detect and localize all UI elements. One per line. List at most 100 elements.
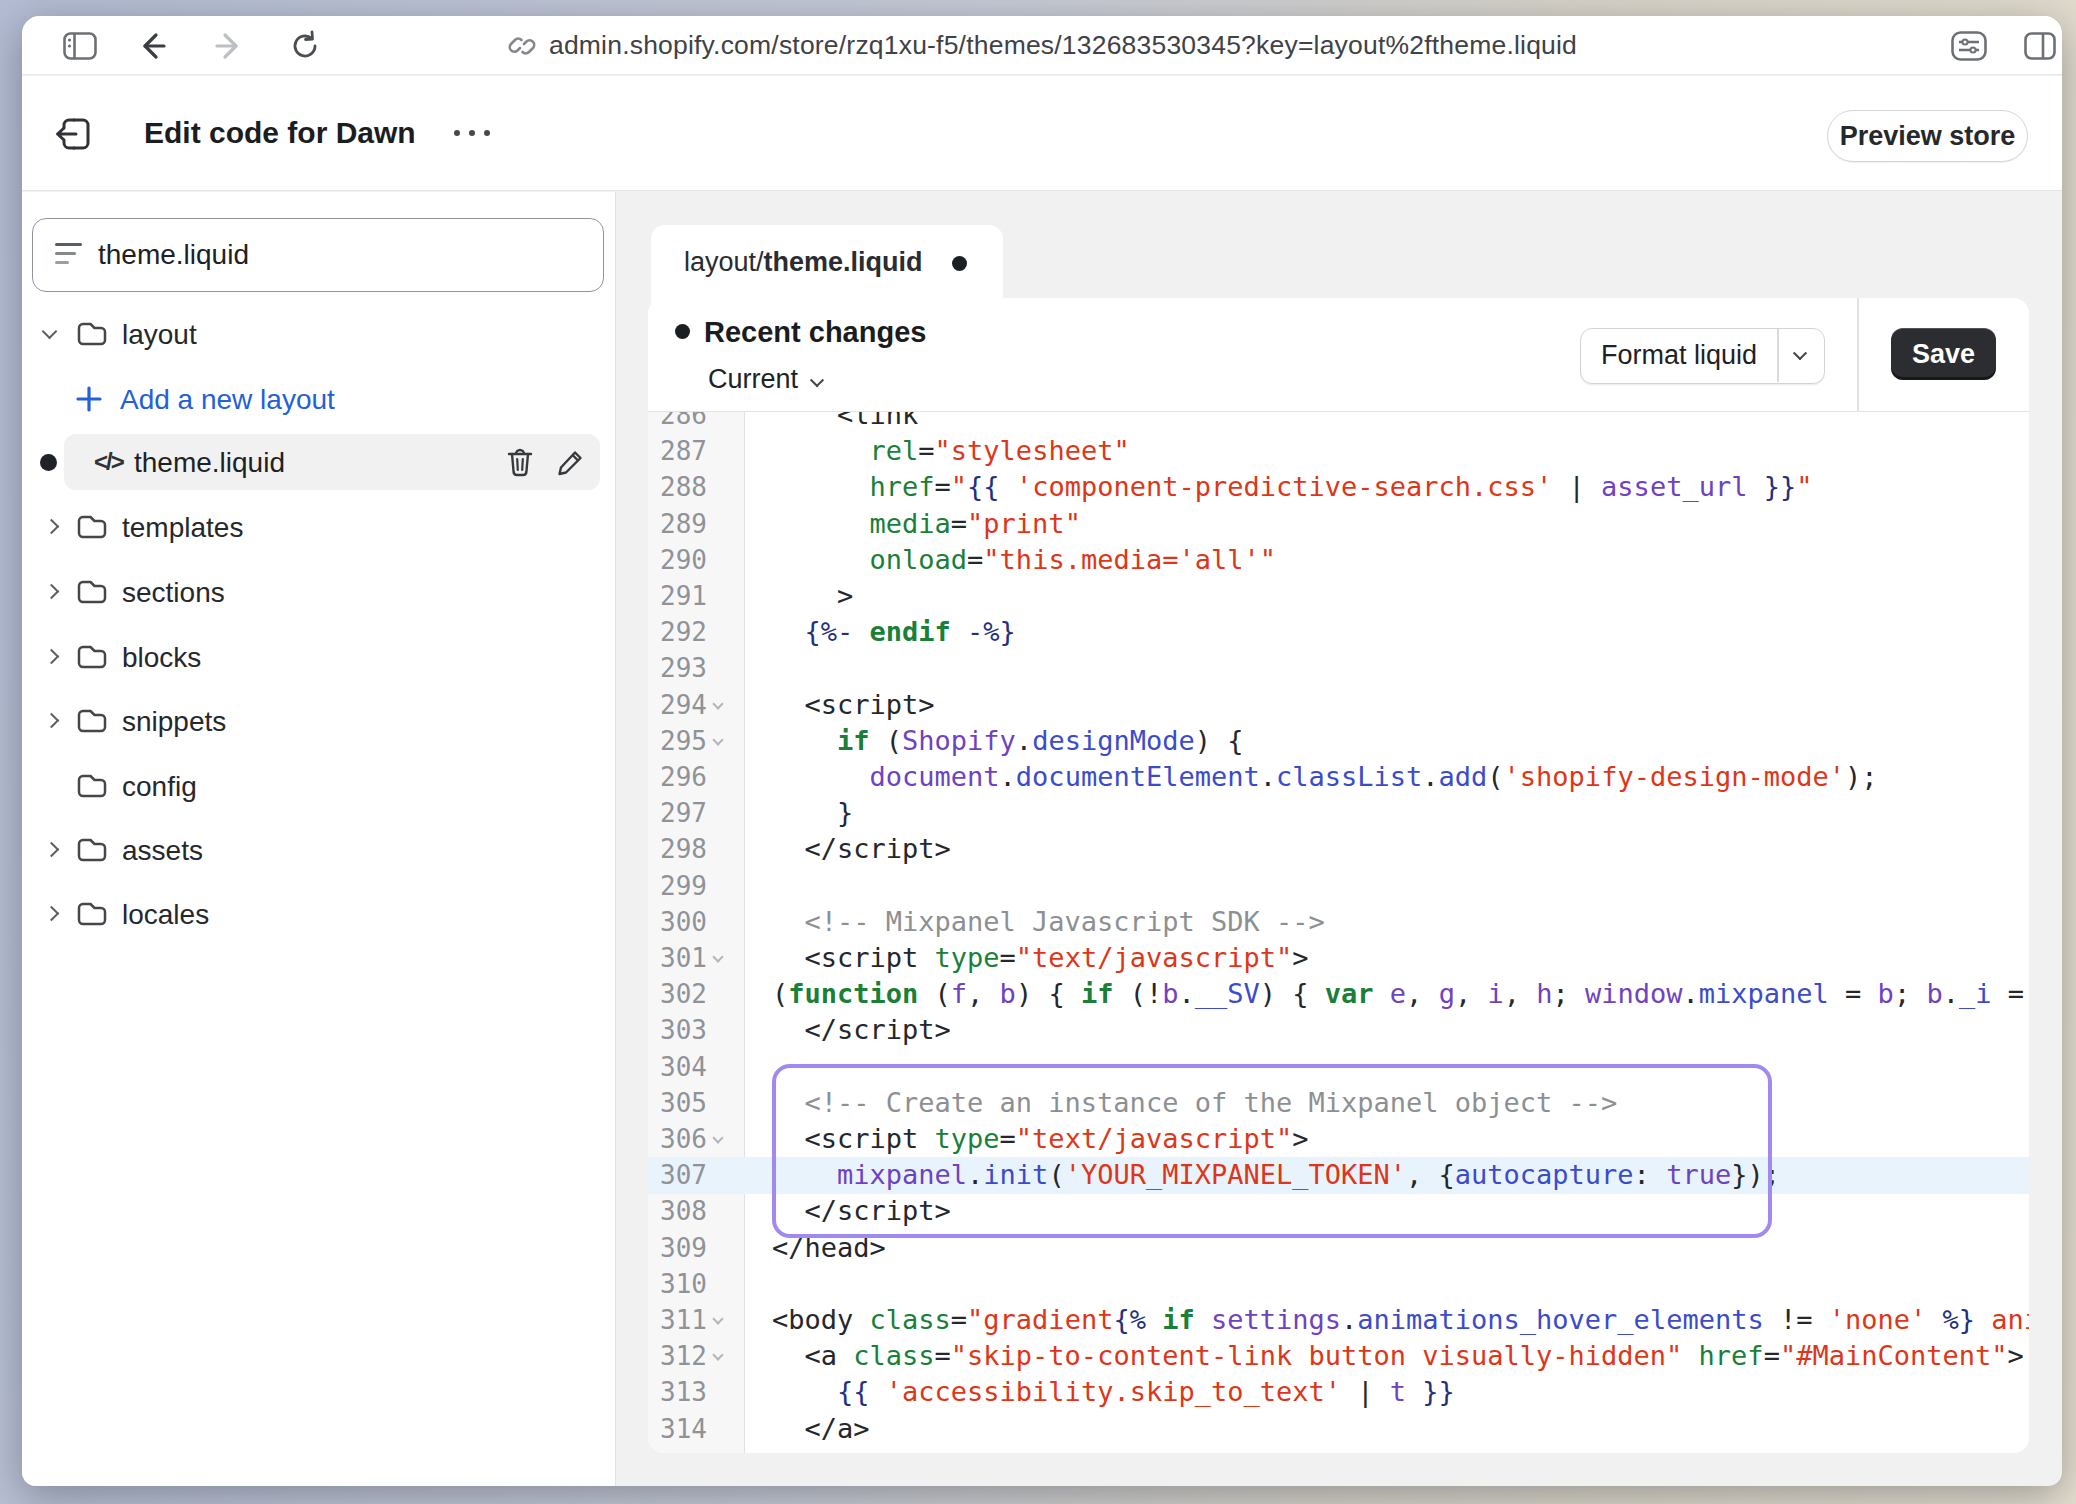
page-settings-icon[interactable] bbox=[1947, 16, 1991, 75]
folder-icon bbox=[76, 772, 108, 800]
reload-icon[interactable] bbox=[285, 16, 325, 75]
line-number: 295 bbox=[648, 723, 745, 759]
format-liquid-button[interactable]: Format liquid bbox=[1580, 328, 1825, 384]
code-line-287: rel="stylesheet" bbox=[746, 433, 1130, 469]
sidebar-item-locales[interactable]: locales bbox=[22, 886, 616, 942]
folder-icon bbox=[76, 836, 108, 864]
folder-icon bbox=[76, 707, 108, 735]
split-view-icon[interactable] bbox=[2020, 16, 2060, 75]
folder-icon bbox=[76, 900, 108, 928]
line-number: 287 bbox=[648, 433, 745, 469]
line-number: 308 bbox=[648, 1193, 745, 1229]
code-line-310 bbox=[746, 1266, 772, 1302]
changes-dot bbox=[675, 324, 690, 339]
forward-icon[interactable] bbox=[209, 16, 249, 75]
line-number: 300 bbox=[648, 904, 745, 940]
sidebar-item-config[interactable]: config bbox=[22, 758, 616, 814]
page-title: Edit code for Dawn bbox=[144, 76, 416, 190]
format-options-chevron[interactable] bbox=[1777, 329, 1823, 382]
chevron-right-icon bbox=[44, 519, 60, 535]
chevron-right-icon bbox=[44, 649, 60, 665]
line-number: 313 bbox=[648, 1374, 745, 1410]
code-line-303: </script> bbox=[746, 1012, 951, 1048]
preview-store-button[interactable]: Preview store bbox=[1827, 110, 2028, 162]
chevron-down-icon bbox=[810, 373, 824, 387]
header-divider bbox=[1857, 298, 1859, 411]
code-line-294: <script> bbox=[746, 687, 935, 723]
line-number: 314 bbox=[648, 1411, 745, 1447]
sidebar-item-snippets[interactable]: snippets bbox=[22, 693, 616, 749]
line-number: 293 bbox=[648, 650, 745, 686]
more-actions-button[interactable] bbox=[454, 76, 490, 190]
sidebar-item-blocks[interactable]: blocks bbox=[22, 629, 616, 685]
code-line-313: {{ 'accessibility.skip_to_text' | t }} bbox=[746, 1374, 1455, 1410]
code-editor[interactable]: 2862872882892902912922932942952962972982… bbox=[648, 412, 2029, 1453]
line-number: 309 bbox=[648, 1230, 745, 1266]
line-number: 296 bbox=[648, 759, 745, 795]
tab-filename: theme.liquid bbox=[764, 247, 923, 278]
line-number: 302 bbox=[648, 976, 745, 1012]
chevron-right-icon bbox=[44, 842, 60, 858]
code-line-300: <!-- Mixpanel Javascript SDK --> bbox=[746, 904, 1325, 940]
file-sidebar: theme.liquid layout Add a new layout </>th… bbox=[22, 192, 616, 1486]
code-line-314: </a> bbox=[746, 1411, 870, 1447]
tab-theme-liquid[interactable]: layout/theme.liquid bbox=[651, 225, 1003, 305]
code-line-301: <script type="text/javascript"> bbox=[746, 940, 1308, 976]
line-number: 290 bbox=[648, 542, 745, 578]
file-search-input[interactable]: theme.liquid bbox=[32, 218, 604, 292]
chevron-right-icon bbox=[44, 713, 60, 729]
line-number: 306 bbox=[648, 1121, 745, 1157]
recent-changes-title: Recent changes bbox=[704, 316, 926, 349]
line-number: 286 bbox=[648, 412, 745, 433]
address-bar[interactable]: admin.shopify.com/store/rzq1xu-f5/themes… bbox=[507, 16, 1577, 75]
code-line-290: onload="this.media='all'" bbox=[746, 542, 1276, 578]
line-number: 307 bbox=[648, 1157, 745, 1193]
sidebar-toggle-icon[interactable] bbox=[62, 16, 98, 75]
version-select[interactable]: Current bbox=[708, 364, 822, 395]
sidebar-item-layout[interactable]: layout bbox=[22, 306, 616, 362]
line-number: 305 bbox=[648, 1085, 745, 1121]
code-line-297: } bbox=[746, 795, 853, 831]
line-number: 310 bbox=[648, 1266, 745, 1302]
sidebar-item-add-a-new-layout[interactable]: Add a new layout bbox=[22, 371, 616, 427]
unsaved-file-dot bbox=[40, 454, 57, 471]
highlight-box bbox=[772, 1064, 1772, 1238]
editor-card: Recent changes Current Format liquid Sav… bbox=[648, 298, 2029, 1453]
exit-icon[interactable] bbox=[52, 113, 94, 155]
line-number: 294 bbox=[648, 687, 745, 723]
code-line-292: {%- endif -%} bbox=[746, 614, 1016, 650]
delete-icon[interactable] bbox=[505, 446, 535, 479]
sidebar-item-assets[interactable]: assets bbox=[22, 822, 616, 878]
code-line-312: <a class="skip-to-content-link button vi… bbox=[746, 1338, 2024, 1374]
folder-icon bbox=[76, 513, 108, 541]
code-line-289: media="print" bbox=[746, 506, 1081, 542]
back-icon[interactable] bbox=[132, 16, 172, 75]
url-text: admin.shopify.com/store/rzq1xu-f5/themes… bbox=[549, 30, 1577, 61]
line-number: 301 bbox=[648, 940, 745, 976]
browser-window: admin.shopify.com/store/rzq1xu-f5/themes… bbox=[22, 16, 2062, 1486]
code-line-296: document.documentElement.classList.add('… bbox=[746, 759, 1877, 795]
tab-path: layout/ bbox=[684, 247, 764, 278]
sidebar-item-templates[interactable]: templates bbox=[22, 499, 616, 555]
save-button[interactable]: Save bbox=[1891, 328, 1996, 380]
line-number: 311 bbox=[648, 1302, 745, 1338]
folder-icon bbox=[76, 320, 108, 348]
line-number: 297 bbox=[648, 795, 745, 831]
code-line-288: href="{{ 'component-predictive-search.cs… bbox=[746, 469, 1812, 505]
rename-icon[interactable] bbox=[555, 446, 587, 478]
folder-icon bbox=[76, 578, 108, 606]
line-number: 298 bbox=[648, 831, 745, 867]
filter-icon bbox=[55, 243, 82, 269]
sidebar-item-theme-liquid[interactable]: </>theme.liquid bbox=[22, 434, 616, 490]
line-number: 289 bbox=[648, 506, 745, 542]
line-number: 312 bbox=[648, 1338, 745, 1374]
code-line-295: if (Shopify.designMode) { bbox=[746, 723, 1243, 759]
code-line-298: </script> bbox=[746, 831, 951, 867]
code-line-291: > bbox=[746, 578, 853, 614]
code-line-302: (function (f, b) { if (!b.__SV) { var e,… bbox=[746, 976, 2029, 1012]
code-line-304 bbox=[746, 1049, 772, 1085]
chevron-down-icon bbox=[42, 324, 58, 340]
plus-icon bbox=[74, 384, 104, 414]
line-number: 288 bbox=[648, 469, 745, 505]
sidebar-item-sections[interactable]: sections bbox=[22, 564, 616, 620]
